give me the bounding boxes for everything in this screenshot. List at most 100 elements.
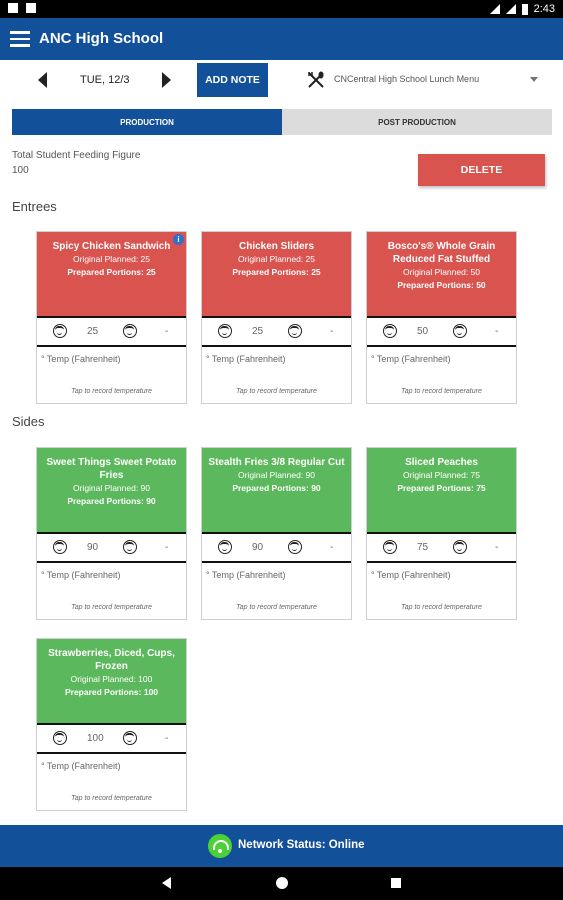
temp-hint: Tap to record temperature (71, 388, 152, 395)
portion-count: 100 (87, 733, 104, 744)
portion-extra: - (165, 326, 169, 337)
card-header[interactable]: Strawberries, Diced, Cups, Frozen Origin… (37, 639, 186, 723)
temp-label: ° Temp (Fahrenheit) (371, 354, 451, 364)
student-icon[interactable] (383, 324, 397, 338)
portion-extra: - (330, 326, 334, 337)
next-day-icon[interactable] (162, 72, 171, 88)
student-icon[interactable] (53, 540, 67, 554)
student-icon[interactable] (288, 324, 302, 338)
prepared-portions: Prepared Portions: 75 (397, 483, 486, 493)
prepared-portions: Prepared Portions: 25 (67, 267, 156, 277)
menu-item-card: Sliced Peaches Original Planned: 75 Prep… (366, 447, 517, 620)
portion-extra: - (495, 542, 499, 553)
notification-icons (8, 3, 36, 13)
temperature-field[interactable]: ° Temp (Fahrenheit) Tap to record temper… (37, 347, 186, 401)
cell-signal-icon (505, 4, 516, 14)
notification-icon (26, 3, 36, 13)
portion-extra: - (495, 326, 499, 337)
temperature-field[interactable]: ° Temp (Fahrenheit) Tap to record temper… (367, 347, 516, 401)
temp-hint: Tap to record temperature (401, 604, 482, 611)
feeding-figure-value: 100 (12, 165, 29, 176)
original-planned: Original Planned: 50 (402, 267, 481, 277)
temperature-field[interactable]: ° Temp (Fahrenheit) Tap to record temper… (202, 347, 351, 401)
previous-day-icon[interactable] (38, 72, 47, 88)
delete-button[interactable]: DELETE (418, 154, 545, 186)
production-tabs: PRODUCTION POST PRODUCTION (12, 109, 552, 135)
menu-icon[interactable] (10, 31, 30, 47)
portion-count: 50 (417, 326, 429, 337)
prepared-portions: Prepared Portions: 50 (397, 280, 486, 290)
original-planned: Original Planned: 25 (237, 254, 316, 264)
prepared-portions: Prepared Portions: 90 (232, 483, 321, 493)
temp-hint: Tap to record temperature (236, 604, 317, 611)
menu-item-card: Chicken Sliders Original Planned: 25 Pre… (201, 231, 352, 404)
card-header[interactable]: Spicy Chicken Sandwich Original Planned:… (37, 232, 186, 316)
info-icon[interactable]: i (173, 234, 184, 245)
temp-label: ° Temp (Fahrenheit) (41, 354, 121, 364)
tab-post-production[interactable]: POST PRODUCTION (282, 109, 552, 135)
original-planned: Original Planned: 90 (237, 470, 316, 480)
system-nav-bar (0, 867, 563, 900)
student-icon[interactable] (218, 540, 232, 554)
portion-extra: - (165, 733, 169, 744)
student-icon[interactable] (53, 731, 67, 745)
portion-row: 100 - (37, 723, 186, 754)
item-name: Chicken Sliders (238, 241, 315, 252)
portion-row: 90 - (202, 532, 351, 563)
portion-row: 90 - (37, 532, 186, 563)
original-planned: Original Planned: 75 (402, 470, 481, 480)
add-note-button[interactable]: ADD NOTE (197, 63, 268, 97)
back-icon[interactable] (162, 877, 171, 889)
portion-extra: - (165, 542, 169, 553)
system-indicators: 2:43 (489, 3, 555, 15)
temp-label: ° Temp (Fahrenheit) (41, 570, 121, 580)
temperature-field[interactable]: ° Temp (Fahrenheit) Tap to record temper… (367, 563, 516, 617)
app-title: ANC High School (39, 30, 164, 47)
menu-item-card: Bosco's® Whole Grain Reduced Fat Stuffed… (366, 231, 517, 404)
temperature-field[interactable]: ° Temp (Fahrenheit) Tap to record temper… (37, 563, 186, 617)
card-header[interactable]: Sliced Peaches Original Planned: 75 Prep… (367, 448, 516, 532)
student-icon[interactable] (123, 540, 137, 554)
temp-label: ° Temp (Fahrenheit) (41, 761, 121, 771)
tab-production[interactable]: PRODUCTION (12, 109, 282, 135)
item-name: Spicy Chicken Sandwich (52, 241, 171, 252)
clock: 2:43 (533, 3, 555, 15)
card-header[interactable]: Sweet Things Sweet Potato Fries Original… (37, 448, 186, 532)
student-icon[interactable] (383, 540, 397, 554)
prepared-portions: Prepared Portions: 25 (232, 267, 321, 277)
app-bar: ANC High School (0, 18, 563, 60)
wifi-icon (208, 834, 232, 858)
battery-icon (521, 3, 528, 15)
recent-apps-icon[interactable] (391, 878, 401, 888)
card-header[interactable]: Chicken Sliders Original Planned: 25 Pre… (202, 232, 351, 316)
portion-count: 25 (252, 326, 264, 337)
student-icon[interactable] (453, 324, 467, 338)
menu-select[interactable]: CNCentral High School Lunch Menu (334, 74, 479, 84)
card-header[interactable]: Bosco's® Whole Grain Reduced Fat Stuffed… (367, 232, 516, 316)
original-planned: Original Planned: 100 (70, 674, 153, 684)
student-icon[interactable] (453, 540, 467, 554)
portion-extra: - (330, 542, 334, 553)
temperature-field[interactable]: ° Temp (Fahrenheit) Tap to record temper… (202, 563, 351, 617)
network-status-text: Network Status: Online (238, 839, 365, 851)
card-header[interactable]: Stealth Fries 3/8 Regular Cut Original P… (202, 448, 351, 532)
student-icon[interactable] (218, 324, 232, 338)
date-toolbar: TUE, 12/3 ADD NOTE CNCentral High School… (0, 60, 563, 100)
temp-label: ° Temp (Fahrenheit) (206, 354, 286, 364)
temp-hint: Tap to record temperature (401, 388, 482, 395)
student-icon[interactable] (288, 540, 302, 554)
temperature-field[interactable]: ° Temp (Fahrenheit) Tap to record temper… (37, 754, 186, 808)
student-icon[interactable] (123, 731, 137, 745)
dropdown-caret-icon[interactable] (530, 77, 538, 82)
section-title-sides: Sides (12, 414, 45, 429)
student-icon[interactable] (53, 324, 67, 338)
temp-hint: Tap to record temperature (71, 604, 152, 611)
temp-hint: Tap to record temperature (71, 795, 152, 802)
home-icon[interactable] (276, 877, 288, 889)
date-label: TUE, 12/3 (80, 74, 130, 86)
item-name: Sliced Peaches (405, 457, 478, 468)
original-planned: Original Planned: 25 (72, 254, 151, 264)
student-icon[interactable] (123, 324, 137, 338)
prepared-portions: Prepared Portions: 100 (64, 687, 159, 697)
system-status-bar: 2:43 (0, 0, 563, 18)
